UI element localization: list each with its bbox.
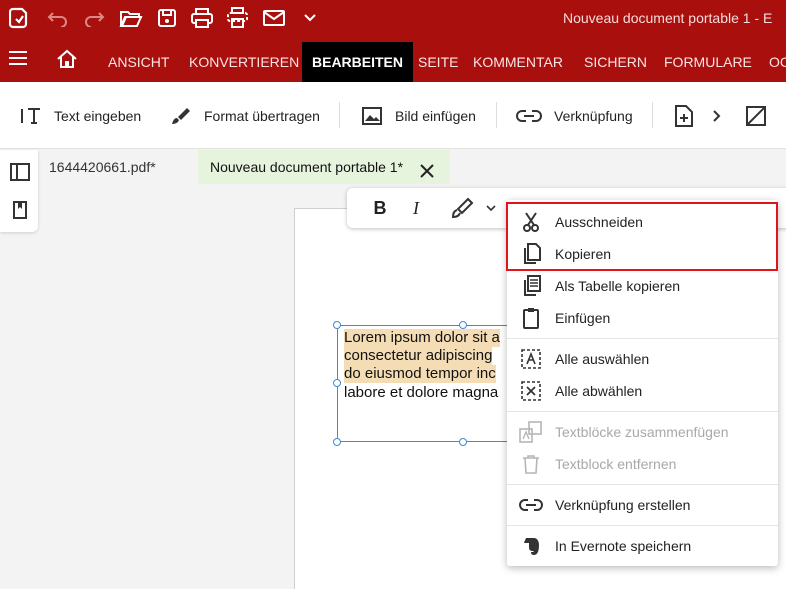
copy-icon — [519, 242, 543, 266]
menu-item-copy[interactable]: Kopieren — [507, 238, 778, 270]
toolbar-more-button[interactable] — [712, 102, 734, 130]
tab-formulare[interactable]: FORMULARE — [664, 36, 752, 82]
doc-tab-pdf[interactable]: 1644420661.pdf* — [49, 150, 156, 184]
bookmark-icon[interactable] — [10, 200, 30, 220]
tab-bearbeiten[interactable]: BEARBEITEN — [302, 42, 414, 82]
toolbar-divider — [339, 102, 340, 128]
app-logo-icon[interactable] — [8, 6, 30, 30]
format-paint-label: Format übertragen — [204, 108, 320, 124]
insert-page-button[interactable] — [673, 102, 707, 130]
tab-ansicht[interactable]: ANSICHT — [108, 36, 169, 82]
chevron-down-icon[interactable] — [300, 6, 320, 30]
mail-icon[interactable] — [262, 6, 286, 30]
text-line[interactable]: labore et dolore magna — [344, 384, 498, 402]
home-icon[interactable] — [56, 48, 80, 72]
menu-item-label: Kopieren — [555, 246, 612, 262]
chevron-right-icon — [713, 110, 721, 122]
undo-icon[interactable] — [46, 6, 70, 30]
close-icon[interactable] — [418, 158, 436, 178]
menu-item-label: Alle abwählen — [555, 383, 643, 399]
context-menu: Ausschneiden Kopieren Als Tabelle kopier… — [507, 200, 778, 566]
bold-button[interactable]: B — [369, 196, 391, 220]
edit-toolbar: Text eingeben Format übertragen Bild ein… — [0, 82, 786, 149]
text-line[interactable]: Lorem ipsum dolor sit a — [344, 329, 500, 347]
resize-handle[interactable] — [459, 438, 467, 446]
chevron-down-icon[interactable] — [485, 196, 497, 220]
italic-button[interactable]: I — [405, 196, 427, 220]
add-page-icon — [675, 105, 693, 127]
doc-tab-active-label: Nouveau document portable 1* — [210, 159, 404, 175]
menu-item-label: Verknüpfung erstellen — [555, 497, 691, 513]
menu-item-deselect-all[interactable]: Alle abwählen — [507, 375, 778, 407]
resize-handle[interactable] — [333, 438, 341, 446]
resize-handle[interactable] — [459, 321, 467, 329]
menu-item-merge-text-blocks[interactable]: Textblöcke zusammenfügen — [507, 416, 778, 448]
redo-icon[interactable] — [82, 6, 106, 30]
link-icon — [519, 493, 543, 517]
crop-icon — [746, 106, 766, 126]
menu-item-label: Textblock entfernen — [555, 456, 677, 472]
text-input-label: Text eingeben — [54, 108, 142, 124]
resize-handle[interactable] — [333, 321, 341, 329]
link-label: Verknüpfung — [554, 108, 633, 124]
scissors-icon — [519, 210, 543, 234]
link-icon — [516, 110, 542, 122]
brush-icon — [172, 108, 190, 124]
menu-separator — [507, 411, 778, 412]
menu-item-label: Ausschneiden — [555, 214, 643, 230]
menu-item-label: Einfügen — [555, 310, 611, 326]
select-all-icon — [519, 347, 543, 371]
crop-button[interactable] — [744, 102, 780, 130]
clipboard-icon — [519, 306, 543, 330]
merge-text-icon — [519, 420, 543, 444]
text-cursor-icon — [21, 108, 40, 124]
menu-item-create-link[interactable]: Verknüpfung erstellen — [507, 489, 778, 521]
save-icon[interactable] — [155, 6, 179, 30]
format-paint-button[interactable]: Format übertragen — [170, 102, 320, 130]
trash-icon — [519, 452, 543, 476]
tab-kommentar[interactable]: KOMMENTAR — [473, 36, 563, 82]
menu-item-evernote[interactable]: In Evernote speichern — [507, 530, 778, 562]
window-title: Nouveau document portable 1 - E — [563, 10, 773, 26]
text-input-button[interactable]: Text eingeben — [20, 102, 141, 130]
resize-handle[interactable] — [333, 379, 341, 387]
menu-item-label: In Evernote speichern — [555, 538, 692, 554]
tab-konvertieren[interactable]: KONVERTIEREN — [189, 36, 299, 82]
menu-item-label: Textblöcke zusammenfügen — [555, 424, 729, 440]
toolbar-divider — [652, 102, 653, 128]
print-icon[interactable] — [190, 6, 214, 30]
menu-item-paste[interactable]: Einfügen — [507, 302, 778, 334]
deselect-all-icon — [519, 379, 543, 403]
highlight-brush-icon[interactable] — [449, 196, 477, 220]
evernote-icon — [519, 534, 543, 558]
title-bar: Nouveau document portable 1 - E — [0, 0, 786, 36]
insert-image-button[interactable]: Bild einfügen — [361, 102, 476, 130]
link-button[interactable]: Verknüpfung — [516, 102, 633, 130]
image-icon — [362, 107, 382, 125]
menu-separator — [507, 338, 778, 339]
tab-seite[interactable]: SEITE — [418, 36, 458, 82]
ribbon-menu-bar: ANSICHT KONVERTIEREN BEARBEITEN SEITE KO… — [0, 36, 786, 82]
text-line[interactable]: do eiusmod tempor inc — [344, 365, 496, 383]
panel-toggle-icon[interactable] — [10, 162, 30, 182]
menu-item-remove-text-block[interactable]: Textblock entfernen — [507, 448, 778, 480]
menu-separator — [507, 525, 778, 526]
hamburger-menu-icon[interactable] — [8, 50, 30, 70]
text-line[interactable]: consectetur adipiscing — [344, 347, 493, 365]
insert-image-label: Bild einfügen — [395, 108, 476, 124]
tab-ocr[interactable]: OC — [769, 36, 786, 82]
menu-item-label: Als Tabelle kopieren — [555, 278, 681, 294]
side-panel-bar — [0, 150, 38, 232]
open-folder-icon[interactable] — [118, 6, 144, 30]
tab-sichern[interactable]: SICHERN — [584, 36, 647, 82]
copy-table-icon — [519, 274, 543, 298]
doc-tab-active[interactable]: Nouveau document portable 1* — [198, 150, 450, 184]
scan-icon[interactable] — [225, 6, 251, 30]
menu-item-select-all[interactable]: Alle auswählen — [507, 343, 778, 375]
menu-item-label: Alle auswählen — [555, 351, 650, 367]
menu-item-copy-table[interactable]: Als Tabelle kopieren — [507, 270, 778, 302]
menu-item-cut[interactable]: Ausschneiden — [507, 206, 778, 238]
menu-separator — [507, 484, 778, 485]
toolbar-divider — [496, 102, 497, 128]
